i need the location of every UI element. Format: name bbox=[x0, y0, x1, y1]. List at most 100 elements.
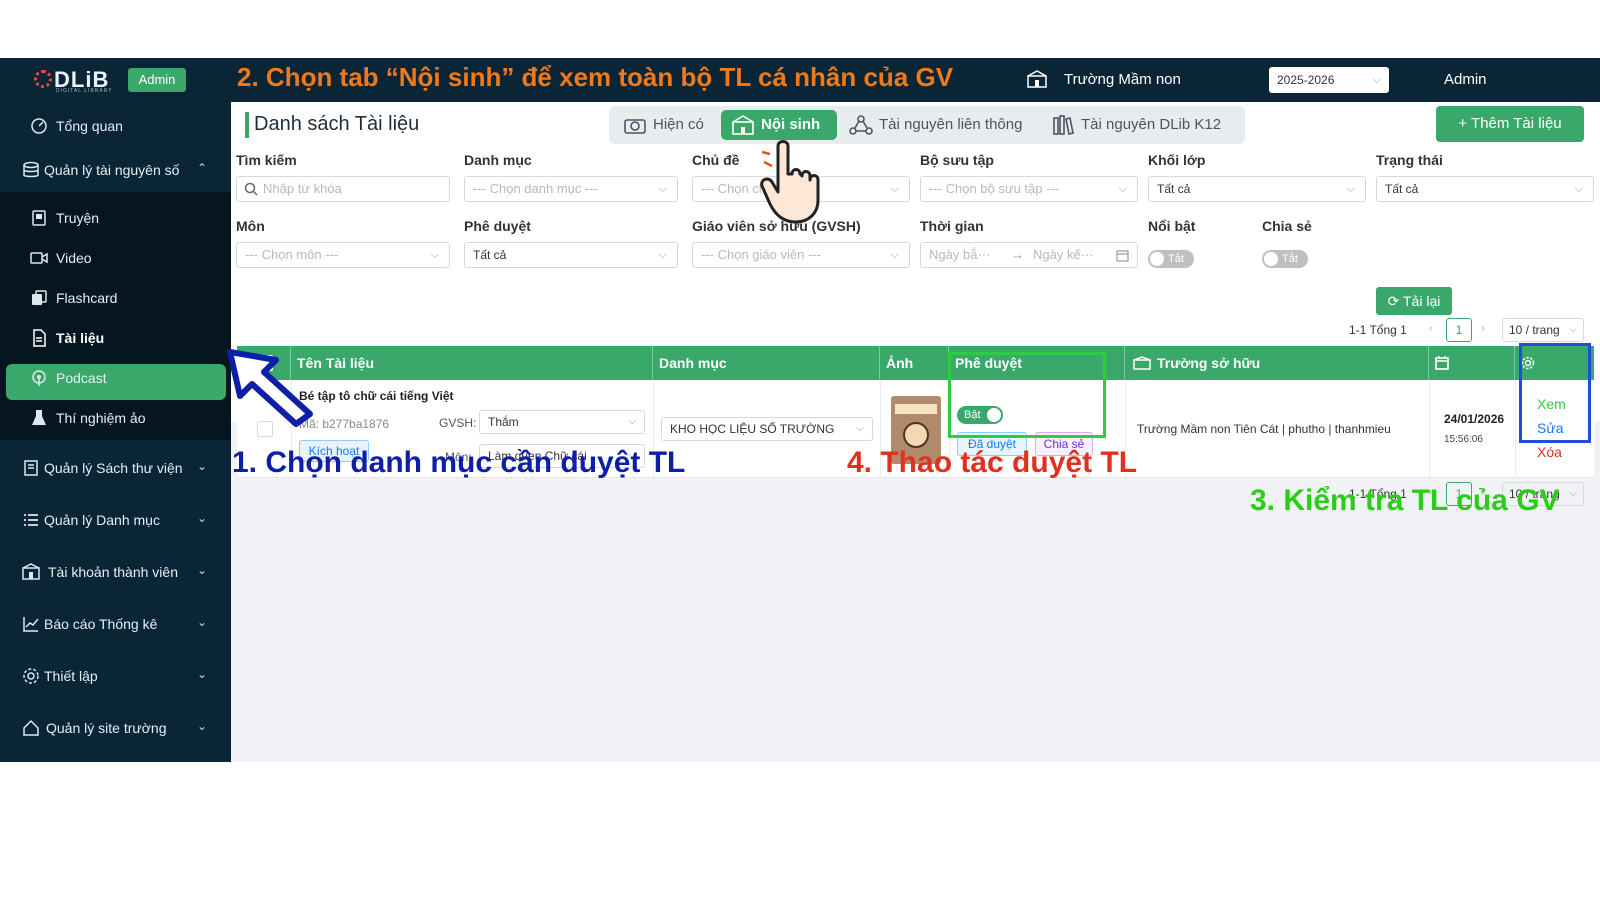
chevron-down-icon: ⌄ bbox=[196, 511, 207, 525]
video-icon bbox=[30, 252, 48, 264]
approval-select[interactable]: Tất cả ⌵ bbox=[464, 242, 678, 268]
share-toggle[interactable]: Tắt bbox=[1262, 250, 1308, 268]
sidebar-item-member-accounts[interactable]: Tài khoản thành viên ⌄ bbox=[0, 554, 231, 590]
sidebar-item-label: Podcast bbox=[56, 370, 107, 386]
tab-internal[interactable]: Nội sinh bbox=[721, 110, 837, 140]
library-icon bbox=[24, 460, 38, 476]
row-category-value: KHO HỌC LIỆU SỐ TRƯỜNG bbox=[670, 422, 835, 436]
row-category-select[interactable]: KHO HỌC LIỆU SỐ TRƯỜNG ⌵ bbox=[661, 417, 873, 441]
sidebar-item-label: Quản lý tài nguyên số bbox=[44, 162, 180, 178]
featured-value: Tắt bbox=[1168, 253, 1184, 265]
chevron-down-icon: ⌵ bbox=[1372, 74, 1381, 86]
status-select[interactable]: Tất cả ⌵ bbox=[1376, 176, 1594, 202]
chevron-down-icon: ⌵ bbox=[1574, 183, 1583, 195]
calendar-icon bbox=[1435, 356, 1449, 370]
arrow-pointer-icon bbox=[227, 349, 313, 427]
sidebar-item-stories[interactable]: Truyện bbox=[0, 200, 231, 236]
thumbnail-banner bbox=[895, 404, 937, 414]
podcast-icon bbox=[32, 370, 46, 386]
book-icon bbox=[32, 210, 46, 226]
school-icon bbox=[1133, 356, 1151, 370]
date-range-picker[interactable]: Ngày bắ··· → Ngày kế··· bbox=[920, 242, 1138, 268]
chevron-right-icon[interactable]: › bbox=[1481, 321, 1485, 335]
chevron-down-icon: ⌵ bbox=[658, 183, 667, 195]
sidebar-item-overview[interactable]: Tổng quan bbox=[0, 108, 231, 144]
sidebar-item-label: Quản lý site trường bbox=[46, 720, 167, 736]
share-value: Tắt bbox=[1282, 253, 1298, 265]
sidebar-item-digital-resources[interactable]: Quản lý tài nguyên số ⌃ bbox=[0, 152, 231, 188]
annotation-step-4: 4. Thao tác duyệt TL bbox=[847, 446, 1138, 479]
sidebar-item-reports[interactable]: Báo cáo Thống kê ⌄ bbox=[0, 606, 231, 642]
page-size-select[interactable]: 10 / trang ⌵ bbox=[1502, 318, 1584, 342]
featured-toggle[interactable]: Tắt bbox=[1148, 250, 1194, 268]
category-label: Danh mục bbox=[464, 152, 532, 168]
home-icon bbox=[23, 719, 39, 736]
grade-select[interactable]: Tất cả ⌵ bbox=[1148, 176, 1366, 202]
sidebar-item-library-books[interactable]: Quản lý Sách thư viện ⌄ bbox=[0, 450, 231, 486]
column-header: Ảnh bbox=[880, 346, 949, 380]
refresh-icon: ⟳ bbox=[1387, 293, 1400, 309]
list-icon bbox=[24, 514, 38, 526]
sidebar-item-video[interactable]: Video bbox=[0, 240, 231, 276]
database-icon bbox=[23, 161, 39, 178]
column-header-label: Trường sở hữu bbox=[1157, 355, 1261, 371]
arrow-right-icon: → bbox=[1011, 247, 1024, 262]
sidebar-item-school-site[interactable]: Quản lý site trường ⌄ bbox=[0, 710, 231, 746]
logo-subtext: DIGITAL LIBRARY bbox=[56, 88, 113, 94]
tab-label: Tài nguyên liên thông bbox=[879, 116, 1023, 133]
start-date-placeholder: Ngày bắ··· bbox=[929, 247, 991, 262]
add-document-button[interactable]: + Thêm Tài liệu bbox=[1436, 106, 1584, 142]
collection-select[interactable]: --- Chọn bộ sưu tập --- ⌵ bbox=[920, 176, 1138, 202]
reload-button[interactable]: ⟳ Tải lại bbox=[1376, 287, 1452, 315]
approval-highlight-box bbox=[948, 352, 1106, 438]
date-column-header[interactable] bbox=[1429, 346, 1515, 380]
grade-label: Khối lớp bbox=[1148, 152, 1206, 168]
pagination-top: 1-1 Tổng 1 ‹ 1 › 10 / trang ⌵ bbox=[1349, 318, 1589, 342]
created-date: 24/01/2026 bbox=[1444, 412, 1505, 426]
time-label: Thời gian bbox=[920, 218, 984, 234]
document-title[interactable]: Bé tập tô chữ cái tiếng Việt bbox=[299, 389, 454, 403]
column-header[interactable]: Tên Tài liệu bbox=[291, 346, 653, 380]
search-label: Tìm kiếm bbox=[236, 152, 297, 168]
school-year-select[interactable]: 2025-2026 ⌵ bbox=[1269, 67, 1389, 93]
sidebar-item-label: Thí nghiệm ảo bbox=[56, 410, 146, 426]
gear-icon bbox=[23, 668, 39, 684]
pagination-summary: 1-1 Tổng 1 bbox=[1349, 323, 1407, 337]
chevron-left-icon[interactable]: ‹ bbox=[1429, 321, 1433, 335]
chevron-down-icon: ⌵ bbox=[856, 423, 864, 434]
user-menu[interactable]: Admin bbox=[1444, 71, 1487, 88]
sidebar-item-label: Quản lý Danh mục bbox=[44, 512, 160, 528]
logo-mark-icon bbox=[34, 70, 52, 88]
topic-label: Chủ đề bbox=[692, 152, 740, 168]
end-date-placeholder: Ngày kế··· bbox=[1033, 247, 1094, 262]
page-number[interactable]: 1 bbox=[1446, 318, 1472, 342]
sidebar-item-settings[interactable]: Thiết lập ⌄ bbox=[0, 658, 231, 694]
sidebar-item-categories[interactable]: Quản lý Danh mục ⌄ bbox=[0, 502, 231, 538]
owner-column-header[interactable]: Trường sở hữu bbox=[1125, 346, 1429, 380]
tab-dlib-k12[interactable]: Tài nguyên DLib K12 bbox=[1047, 110, 1237, 140]
category-select[interactable]: --- Chọn danh mục --- ⌵ bbox=[464, 176, 678, 202]
sidebar-item-flashcard[interactable]: Flashcard bbox=[0, 280, 231, 316]
thumbnail-child bbox=[903, 422, 929, 448]
lab-icon bbox=[32, 410, 46, 425]
actions-highlight-box bbox=[1519, 343, 1591, 443]
subject-select[interactable]: --- Chọn môn --- ⌵ bbox=[236, 242, 450, 268]
column-header[interactable]: Danh mục bbox=[653, 346, 880, 380]
status-label: Trạng thái bbox=[1376, 152, 1443, 168]
tab-available[interactable]: Hiện có bbox=[617, 110, 717, 140]
sidebar-item-virtual-lab[interactable]: Thí nghiệm ảo bbox=[0, 400, 231, 436]
tab-linked-resources[interactable]: Tài nguyên liên thông bbox=[845, 110, 1041, 140]
sidebar-item-podcast[interactable]: Podcast bbox=[0, 360, 231, 396]
sidebar-item-documents[interactable]: Tài liệu bbox=[0, 320, 231, 356]
annotation-step-2: 2. Chọn tab “Nội sinh” để xem toàn bộ TL… bbox=[237, 62, 954, 92]
delete-link[interactable]: Xóa bbox=[1537, 444, 1562, 460]
chevron-down-icon: ⌵ bbox=[1118, 183, 1127, 195]
teacher-select[interactable]: --- Chọn giáo viên --- ⌵ bbox=[692, 242, 910, 268]
calendar-icon bbox=[1116, 250, 1129, 262]
sidebar-item-label: Video bbox=[56, 250, 92, 266]
search-placeholder: Nhập từ khóa bbox=[263, 181, 342, 196]
search-input[interactable]: Nhập từ khóa bbox=[236, 176, 450, 202]
gvsh-select[interactable]: Thắm ⌵ bbox=[479, 410, 645, 434]
annotation-step-1: 1. Chọn danh mục cần duyệt TL bbox=[232, 446, 686, 479]
dlib-logo[interactable]: DLiB DIGITAL LIBRARY bbox=[34, 67, 118, 94]
